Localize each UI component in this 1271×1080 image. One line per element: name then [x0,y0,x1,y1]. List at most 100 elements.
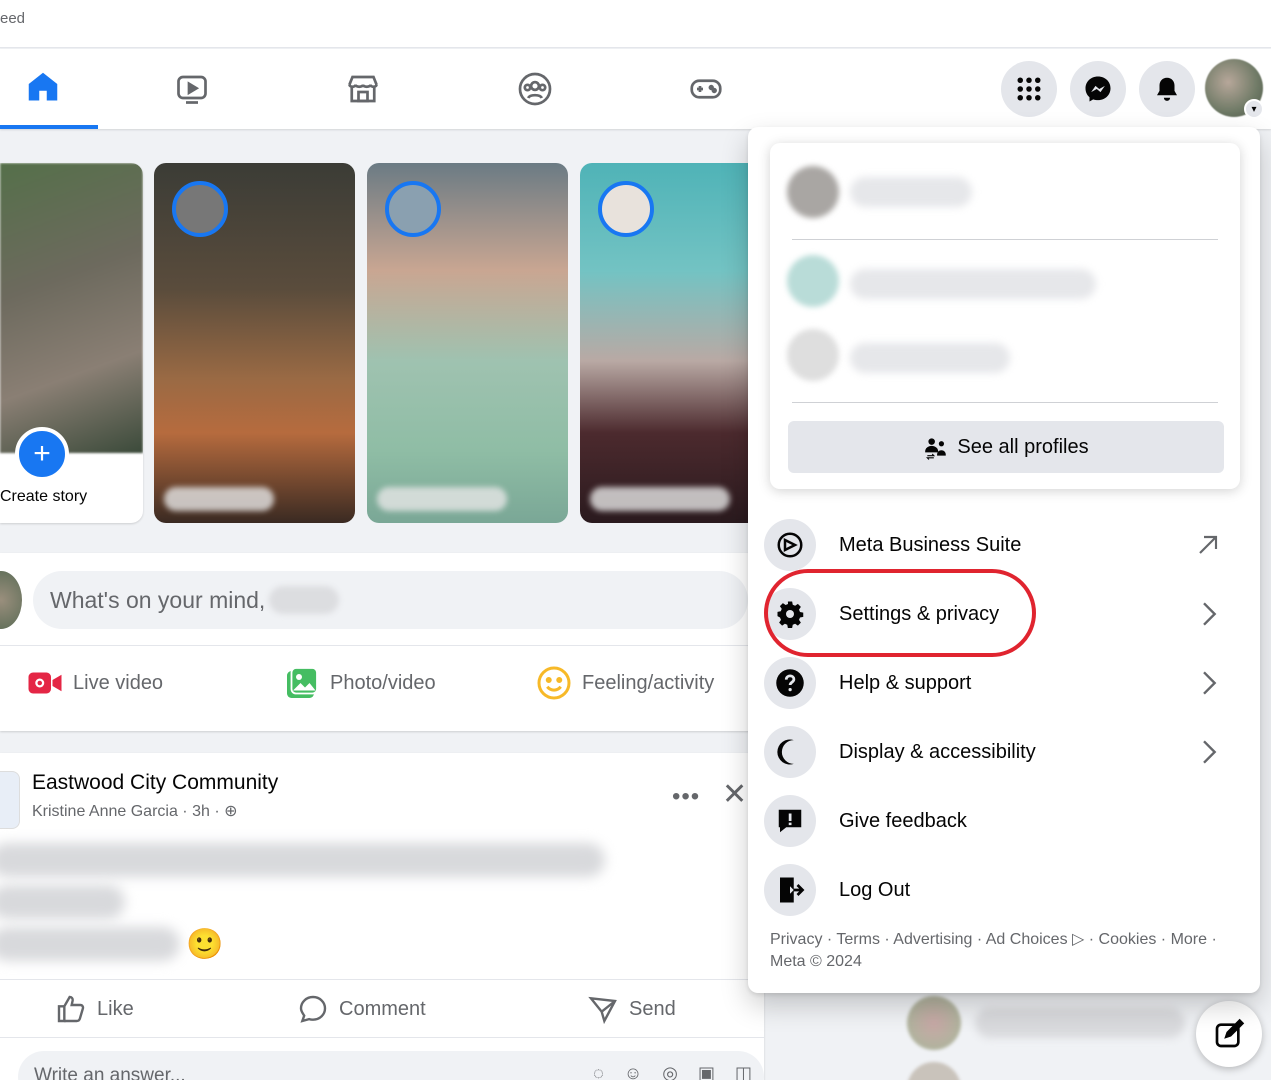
story-name-redacted [590,487,730,511]
divider [792,239,1218,240]
new-message-button[interactable] [1196,1001,1262,1067]
see-all-profiles-button[interactable]: See all profiles [788,421,1224,473]
menu-item-log-out[interactable]: Log Out [764,859,1244,921]
menu-item-meta-business-suite[interactable]: Meta Business Suite [764,514,1244,576]
avatar[interactable] [0,571,22,629]
page-title-fragment: eed [0,10,26,27]
more-options-button[interactable]: ••• [672,783,700,811]
avatar[interactable] [787,329,839,381]
camera-icon[interactable]: ◎ [662,1063,678,1080]
answer-placeholder: Write an answer... [34,1065,186,1080]
meta-business-icon [764,519,816,571]
chevron-right-icon [1203,740,1217,764]
create-story-photo [0,163,143,453]
composer-placeholder: What's on your mind, [50,586,266,613]
divider [792,402,1218,403]
photo-video-button[interactable]: Photo/video [284,665,436,701]
post-meta: Kristine Anne Garcia · 3h · ⊕ [32,801,238,821]
question-icon [764,657,816,709]
marketplace-icon [348,75,378,103]
video-play-icon [177,75,207,104]
like-button[interactable]: Like [55,993,134,1025]
create-story-label: Create story [0,488,88,505]
nav-tab-gaming[interactable] [651,49,761,129]
groups-icon [518,72,552,106]
menu-item-help-support[interactable]: Help & support [764,652,1244,714]
profile-name-redacted[interactable] [850,269,1096,299]
group-name[interactable]: Eastwood City Community [32,771,278,795]
see-all-profiles-label: See all profiles [957,435,1089,458]
feeling-activity-label: Feeling/activity [582,671,715,694]
grid-dots-icon [1017,77,1041,101]
thumbs-up-icon [57,995,85,1023]
close-post-button[interactable]: ✕ [722,777,747,812]
story-avatar [598,181,654,237]
nav-tab-marketplace[interactable] [308,49,418,129]
comment-button[interactable]: Comment [297,993,426,1025]
story-avatar [172,181,228,237]
profile-name-redacted[interactable] [850,343,1010,373]
live-video-button[interactable]: Live video [27,665,163,701]
footer-copyright: Meta © 2024 [770,953,862,970]
emoji-icon[interactable]: ☺ [624,1063,642,1080]
edit-icon [1215,1018,1245,1048]
live-video-icon [28,672,62,694]
story-card[interactable] [367,163,568,523]
story-name-redacted [377,487,507,511]
menu-item-display-accessibility[interactable]: Display & accessibility [764,721,1244,783]
photo-video-label: Photo/video [330,671,436,694]
contact-avatar[interactable] [907,1062,961,1080]
account-menu: See all profiles Meta Business Suite Set… [748,127,1260,993]
smile-emoji: 🙂 [186,928,224,961]
contact-avatar[interactable] [907,996,961,1050]
nav-tab-groups[interactable] [480,49,590,129]
messenger-icon [1085,76,1111,102]
sticker-icon[interactable]: ◫ [735,1063,752,1080]
menu-item-label: Display & accessibility [839,740,1036,763]
story-name-redacted [164,487,274,511]
story-card[interactable] [154,163,355,523]
divider [0,979,764,980]
whats-on-your-mind-input[interactable]: What's on your mind, [33,571,748,629]
menu-item-give-feedback[interactable]: Give feedback [764,790,1244,852]
write-answer-input[interactable]: Write an answer... ◌ ☺ ◎ ▣ ◫ [18,1051,764,1080]
external-link-icon [1199,535,1218,554]
moon-icon [764,726,816,778]
contact-name-redacted [975,1008,1185,1038]
notifications-button[interactable] [1139,61,1195,117]
send-button[interactable]: Send [587,993,676,1025]
browser-title-strip: eed [0,0,1271,48]
settings-highlight-ring [764,569,1036,657]
messenger-button[interactable] [1070,61,1126,117]
nav-tab-home[interactable] [0,49,98,129]
story-avatar [385,181,441,237]
live-video-label: Live video [73,671,164,694]
profiles-card: See all profiles [770,143,1240,489]
bell-icon [1157,77,1177,101]
post-author-meta: Kristine Anne Garcia · 3h · [32,803,220,820]
menu-footer-links: Privacy · Terms · Advertising · Ad Choic… [770,929,1250,973]
avatar[interactable] [787,255,839,307]
footer-links[interactable]: Privacy · Terms · Advertising · Ad Choic… [770,929,1250,951]
divider [0,1037,764,1038]
divider [0,645,764,646]
feed-post: Eastwood City Community Kristine Anne Ga… [0,753,764,1080]
chevron-right-icon [1203,602,1217,626]
avatar-sticker-icon[interactable]: ◌ [593,1063,604,1080]
name-redacted [269,586,340,614]
avatar[interactable] [787,166,839,218]
menu-grid-button[interactable] [1001,61,1057,117]
nav-tab-watch[interactable] [137,49,247,129]
profile-name-redacted[interactable] [850,177,972,207]
group-avatar[interactable] [0,771,20,829]
globe-icon: ⊕ [224,803,238,820]
photo-icon [287,667,318,698]
gif-icon[interactable]: ▣ [698,1063,715,1080]
create-story-plus-button[interactable]: + [15,427,69,481]
story-card[interactable] [580,163,748,523]
chevron-down-icon[interactable]: ▾ [1244,99,1264,119]
feeling-activity-button[interactable]: Feeling/activity [536,665,714,701]
logout-icon [764,864,816,916]
chevron-right-icon [1203,671,1217,695]
comment-icon [299,995,327,1023]
